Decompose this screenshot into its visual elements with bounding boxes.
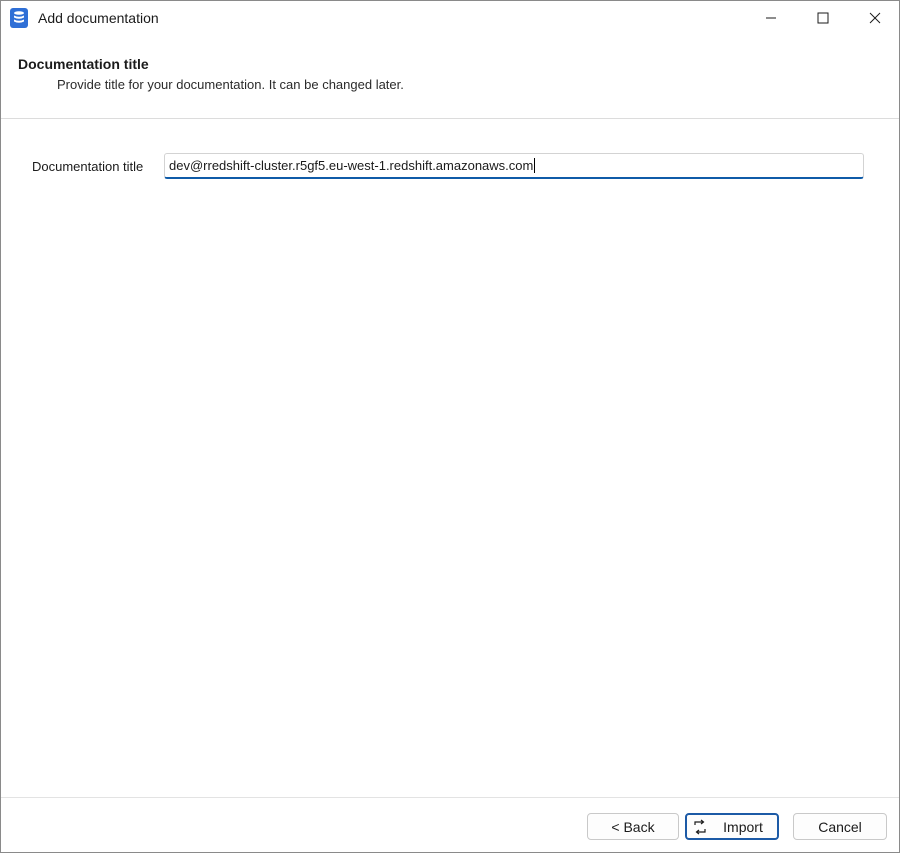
documentation-title-value: dev@rredshift-cluster.r5gf5.eu-west-1.re… (169, 158, 534, 173)
back-button-label: < Back (611, 818, 655, 835)
import-button-label: Import (723, 818, 763, 835)
minimize-icon (766, 17, 776, 18)
wizard-header: Documentation title Provide title for yo… (1, 34, 899, 119)
cancel-button-label: Cancel (818, 818, 862, 835)
documentation-title-label: Documentation title (32, 159, 144, 174)
documentation-title-input[interactable]: dev@rredshift-cluster.r5gf5.eu-west-1.re… (164, 153, 864, 179)
minimize-button[interactable] (748, 1, 794, 34)
close-icon (869, 12, 881, 23)
back-button[interactable]: < Back (587, 813, 679, 840)
import-icon (694, 819, 706, 835)
maximize-button[interactable] (800, 1, 846, 34)
title-bar[interactable]: Add documentation (1, 1, 899, 34)
database-icon (10, 8, 28, 28)
import-button[interactable]: Import (685, 813, 779, 840)
maximize-icon (817, 12, 829, 23)
window-title: Add documentation (38, 10, 159, 26)
close-button[interactable] (852, 1, 898, 34)
page-title: Documentation title (18, 56, 149, 72)
cancel-button[interactable]: Cancel (793, 813, 887, 840)
text-caret (534, 158, 536, 173)
page-subtitle: Provide title for your documentation. It… (57, 77, 404, 92)
dialog-window: Add documentation Documentation title Pr… (0, 0, 900, 853)
footer-divider (1, 797, 899, 798)
